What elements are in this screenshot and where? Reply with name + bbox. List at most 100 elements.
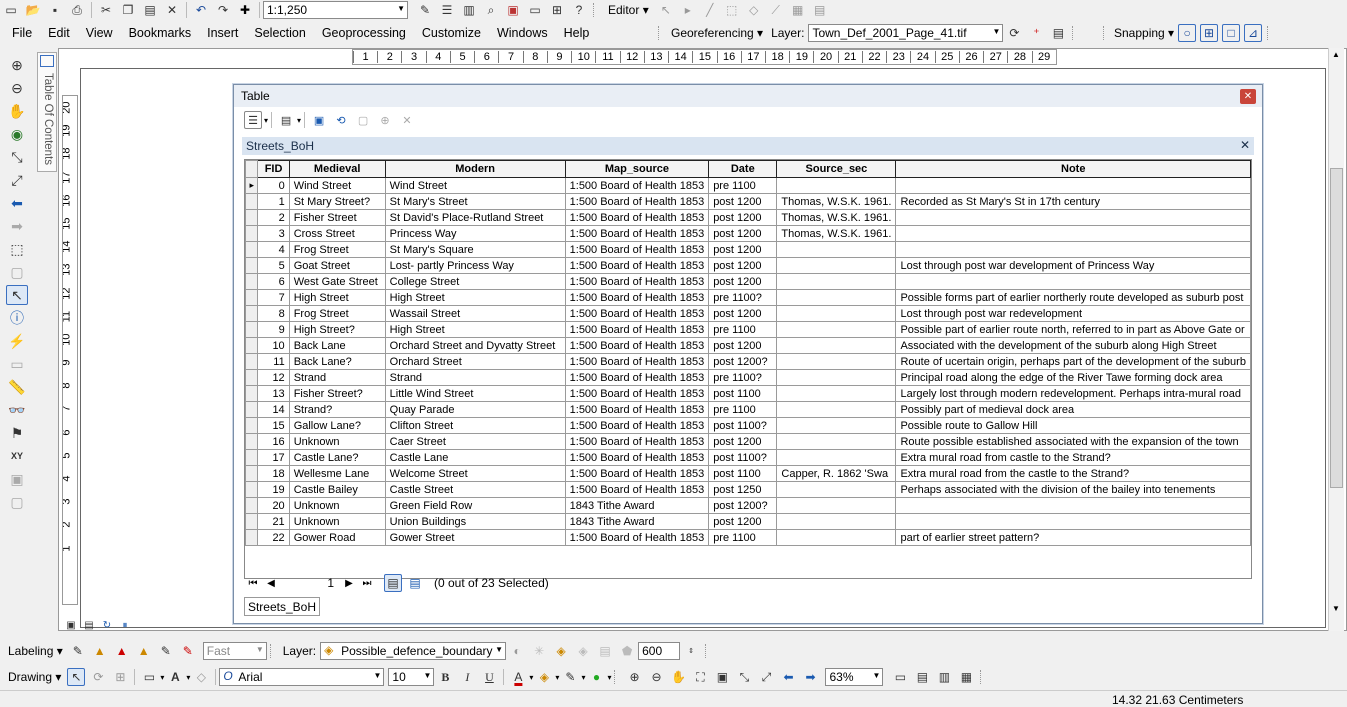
row-selector[interactable] [245, 273, 259, 290]
table-cell[interactable] [776, 401, 897, 418]
table-cell[interactable]: 18 [257, 465, 290, 482]
zoom-to-elements-icon[interactable]: ⊞ [111, 668, 129, 686]
create-viewer-icon[interactable]: ▢ [6, 492, 28, 512]
table-cell[interactable]: Quay Parade [384, 401, 566, 418]
open-icon[interactable]: 📂 [24, 1, 42, 19]
table-row[interactable]: 1 St Mary Street? St Mary's Street 1:500 Bo… [245, 193, 1251, 210]
toggle-draft-icon[interactable]: ▭ [891, 668, 909, 686]
table-cell[interactable] [776, 481, 897, 498]
fixed-zoom-out-layout-icon[interactable]: ⤢ [757, 668, 775, 686]
table-cell[interactable]: 21 [257, 513, 290, 530]
table-cell[interactable]: 8 [257, 305, 290, 322]
table-cell[interactable] [776, 369, 897, 386]
table-row[interactable]: 11 Back Lane? Orchard Street 1:500 Board of… [245, 353, 1251, 370]
row-selector[interactable] [245, 353, 259, 370]
table-cell[interactable]: Princess Way [384, 225, 566, 242]
table-row[interactable]: 15 Gallow Lane? Clifton Street 1:500 Board … [245, 417, 1251, 434]
georeferencing-menu[interactable]: Georeferencing ▾ [667, 26, 767, 40]
menu-selection[interactable]: Selection [246, 26, 313, 40]
toolbar-grip[interactable] [1072, 26, 1078, 40]
vertex-icon[interactable]: ◇ [745, 1, 763, 19]
pan-icon[interactable]: ✋ [6, 101, 28, 121]
table-cell[interactable]: 1 [257, 193, 290, 210]
back-extent-icon[interactable]: ⬅ [6, 193, 28, 213]
forward-extent-icon[interactable]: ➡ [6, 216, 28, 236]
row-selector[interactable] [245, 337, 259, 354]
table-cell[interactable]: Route possible established associated wi… [895, 433, 1251, 450]
close-icon[interactable]: ✕ [1240, 89, 1256, 104]
table-row[interactable]: 3 Cross Street Princess Way 1:500 Board of … [245, 225, 1251, 242]
measure-icon[interactable]: 📏 [6, 377, 28, 397]
vertical-scrollbar[interactable]: ▲ ▼ [1328, 48, 1344, 631]
select-elements-icon[interactable]: ↖ [6, 285, 28, 305]
show-all-records-icon[interactable]: ▤ [384, 574, 402, 592]
table-cell[interactable]: 3 [257, 225, 290, 242]
table-cell[interactable] [776, 177, 897, 194]
table-row[interactable]: 9 High Street? High Street 1:500 Board of H… [245, 321, 1251, 338]
table-cell[interactable]: pre 1100? [708, 289, 778, 306]
table-cell[interactable]: post 1200? [708, 353, 778, 370]
table-row[interactable]: 21 Unknown Union Buildings 1843 Tithe Award… [245, 513, 1251, 530]
table-cell[interactable]: Wellesme Lane [288, 465, 386, 482]
toolbar-grip[interactable] [593, 3, 599, 17]
table-cell[interactable] [776, 433, 897, 450]
table-row[interactable]: 14 Strand? Quay Parade 1:500 Board of Healt… [245, 401, 1251, 418]
table-cell[interactable]: 1:500 Board of Health 1853 [564, 385, 710, 402]
table-cell[interactable]: Wassail Street [384, 305, 566, 322]
table-cell[interactable]: 1:500 Board of Health 1853 [564, 193, 710, 210]
table-cell[interactable]: Cross Street [288, 225, 386, 242]
table-cell[interactable] [776, 257, 897, 274]
table-cell[interactable]: Gallow Lane? [288, 417, 386, 434]
table-cell[interactable]: post 1200 [708, 225, 778, 242]
edit-icon[interactable]: ⬚ [723, 1, 741, 19]
row-selector[interactable] [245, 225, 259, 242]
table-cell[interactable]: 1:500 Board of Health 1853 [564, 225, 710, 242]
table-cell[interactable]: Back Lane [288, 337, 386, 354]
table-cell[interactable]: 5 [257, 257, 290, 274]
row-selector[interactable] [245, 465, 259, 482]
table-cell[interactable]: Lost through post war redevelopment [895, 305, 1251, 322]
table-cell[interactable]: 17 [257, 449, 290, 466]
column-header[interactable]: Modern [384, 160, 566, 178]
table-cell[interactable]: pre 1100 [708, 177, 778, 194]
table-cell[interactable]: 10 [257, 337, 290, 354]
add-data-icon[interactable]: ✚ [236, 1, 254, 19]
table-cell[interactable]: Unknown [288, 433, 386, 450]
switch-selection-icon[interactable]: ⟲ [332, 111, 350, 129]
font-color-icon[interactable]: A [509, 668, 527, 686]
goto-xy-icon[interactable]: XY [6, 446, 28, 466]
label-priority-icon[interactable]: ✎ [179, 642, 197, 660]
table-cell[interactable]: Unknown [288, 513, 386, 530]
table-cell[interactable] [776, 273, 897, 290]
rotate-icon[interactable]: ⟳ [1005, 24, 1023, 42]
text-tool-icon[interactable]: A [166, 668, 184, 686]
table-cell[interactable]: Unknown [288, 497, 386, 514]
rectangle-icon[interactable]: ▭ [140, 668, 158, 686]
menu-file[interactable]: File [4, 26, 40, 40]
table-cell[interactable]: Back Lane? [288, 353, 386, 370]
print-icon[interactable]: ⎙ [68, 1, 86, 19]
rotate-element-icon[interactable]: ⟳ [89, 668, 107, 686]
edit-vertices-icon[interactable]: ◇ [192, 668, 210, 686]
editor-menu[interactable]: Editor ▾ [602, 3, 655, 17]
table-cell[interactable]: post 1200? [708, 497, 778, 514]
edge-snap-icon[interactable]: ⊿ [1244, 24, 1263, 42]
table-cell[interactable]: Castle Bailey [288, 481, 386, 498]
table-cell[interactable]: St David's Place-Rutland Street [384, 209, 566, 226]
table-cell[interactable]: Frog Street [288, 241, 386, 258]
row-selector[interactable] [245, 369, 259, 386]
next-record-icon[interactable]: ▶ [340, 578, 358, 589]
labeling-layer-select[interactable]: ◈ Possible_defence_boundary ▼ [320, 642, 507, 660]
paste-icon[interactable]: ▤ [141, 1, 159, 19]
table-cell[interactable]: Extra mural road from castle to the Stra… [895, 449, 1251, 466]
table-cell[interactable]: 1:500 Board of Health 1853 [564, 369, 710, 386]
row-selector[interactable] [245, 417, 259, 434]
table-cell[interactable]: Strand? [288, 401, 386, 418]
table-cell[interactable]: 1:500 Board of Health 1853 [564, 241, 710, 258]
table-cell[interactable]: 1:500 Board of Health 1853 [564, 321, 710, 338]
table-cell[interactable]: 11 [257, 353, 290, 370]
georef-layer-select[interactable]: Town_Def_2001_Page_41.tif ▼ [808, 24, 1004, 42]
marker-color-icon[interactable]: ● [587, 668, 605, 686]
table-cell[interactable]: 1:500 Board of Health 1853 [564, 401, 710, 418]
label-properties-icon[interactable]: ▤ [596, 642, 614, 660]
